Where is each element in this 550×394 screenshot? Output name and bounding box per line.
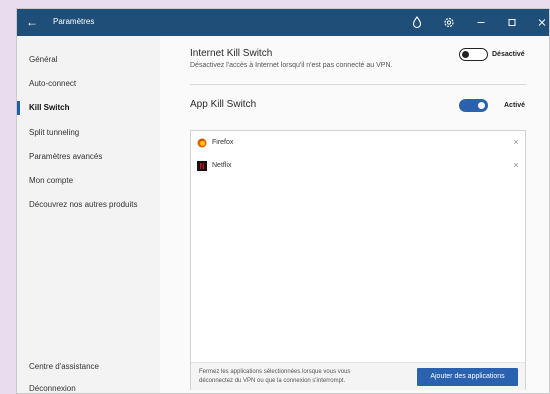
app-kill-switch-title: App Kill Switch	[190, 99, 257, 110]
section-divider	[190, 84, 526, 85]
title-bar: ← Paramètres	[17, 9, 549, 36]
minimize-icon[interactable]	[473, 15, 489, 30]
add-applications-button[interactable]: Ajouter des applications	[417, 368, 518, 386]
internet-kill-switch-state: Désactivé	[492, 51, 525, 58]
sidebar-item-logout[interactable]: Déconnexion	[17, 379, 160, 393]
sidebar-item-other-products[interactable]: Découvrez nos autres produits	[17, 195, 160, 215]
sidebar-item-kill-switch[interactable]: Kill Switch	[17, 98, 160, 118]
sidebar-item-help-center[interactable]: Centre d'assistance	[17, 357, 160, 377]
sidebar-item-advanced-settings[interactable]: Paramètres avancés	[17, 147, 160, 167]
gear-icon[interactable]	[441, 15, 457, 30]
app-name: Firefox	[212, 139, 234, 146]
app-kill-switch-state: Activé	[504, 102, 526, 109]
maximize-icon[interactable]	[504, 15, 520, 30]
internet-kill-switch-title: Internet Kill Switch	[190, 48, 273, 59]
droplet-icon[interactable]	[409, 15, 425, 30]
firefox-icon	[197, 138, 207, 148]
sidebar-item-auto-connect[interactable]: Auto-connect	[17, 74, 160, 94]
toggle-knob	[462, 50, 469, 58]
internet-kill-switch-toggle[interactable]	[459, 48, 488, 61]
app-list: Firefox × Netflix × Fermez les applicati…	[190, 130, 526, 390]
remove-icon[interactable]: ×	[511, 159, 521, 171]
netflix-icon	[197, 161, 207, 171]
sidebar-item-my-account[interactable]: Mon compte	[17, 171, 160, 191]
settings-window: ← Paramètres Général Auto-connect Kill S…	[16, 8, 550, 394]
sidebar-item-split-tunneling[interactable]: Split tunneling	[17, 123, 160, 143]
back-icon[interactable]: ←	[26, 14, 38, 30]
remove-icon[interactable]: ×	[511, 136, 521, 148]
list-item[interactable]: Netflix ×	[191, 157, 525, 175]
close-icon[interactable]	[534, 15, 549, 30]
list-item[interactable]: Firefox ×	[191, 134, 525, 152]
toggle-knob	[478, 101, 485, 109]
app-kill-switch-toggle[interactable]	[459, 99, 488, 112]
app-list-footer: Fermez les applications sélectionnées lo…	[191, 362, 525, 390]
sidebar-item-general[interactable]: Général	[17, 50, 160, 70]
main-panel: Internet Kill Switch Désactivez l'accès …	[160, 36, 549, 393]
sidebar: Général Auto-connect Kill Switch Split t…	[17, 36, 160, 393]
app-name: Netflix	[212, 162, 232, 169]
footer-description: Fermez les applications sélectionnées lo…	[199, 369, 351, 384]
window-title: Paramètres	[53, 17, 95, 26]
internet-kill-switch-description: Désactivez l'accès à Internet lorsqu'il …	[190, 62, 393, 69]
